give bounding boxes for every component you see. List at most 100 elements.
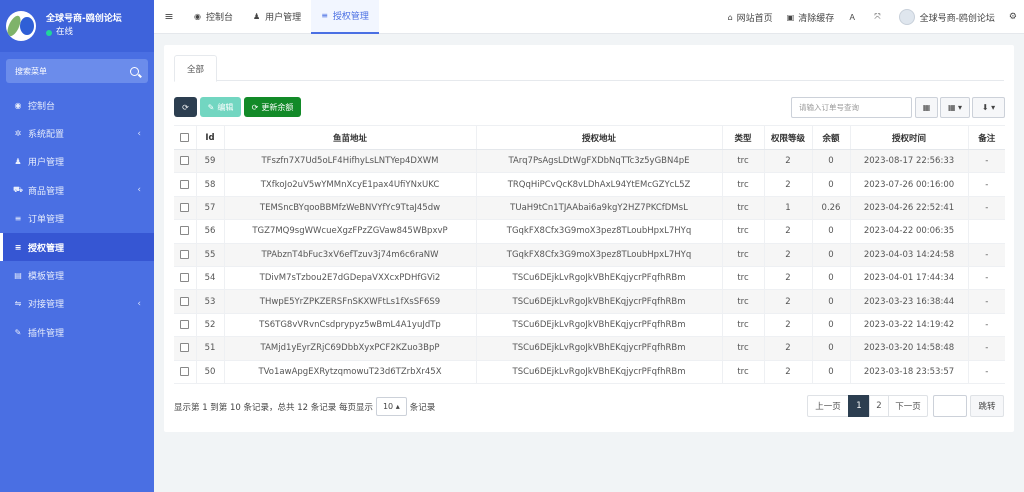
cell-type: trc [722, 313, 765, 338]
fullscreen-link[interactable]: ⤧ [867, 0, 891, 34]
sidebar-item-icon: ✲ [14, 129, 22, 139]
row-checkbox[interactable] [180, 273, 190, 283]
select-all-checkbox[interactable] [180, 132, 190, 142]
jump-button[interactable]: 跳转 [970, 395, 1004, 417]
home-link[interactable]: ⌂ 网站首页 [721, 0, 780, 34]
table-row: 58 TXfkoJo2uV5wYMMnXcyE1pax4UfiYNxUKC TRQq… [174, 172, 1005, 197]
select-all-header[interactable] [174, 125, 197, 150]
row-checkbox[interactable] [180, 156, 190, 166]
top-link-label: 清除缓存 [798, 13, 835, 24]
column-header: 备注 [968, 125, 1005, 150]
translate-link[interactable]: Ａ [841, 0, 867, 34]
row-select-cell [174, 172, 197, 197]
row-checkbox[interactable] [180, 226, 190, 236]
column-header: 类型 [722, 125, 765, 150]
prev-page-button[interactable]: 上一页 [807, 395, 849, 417]
cell-auth-address: TArq7PsAgsLDtWgFXDbNqTTc3z5yGBN4pE [476, 149, 723, 174]
cell-auth-time: 2023-03-22 14:19:42 [850, 313, 969, 338]
cell-auth-time: 2023-07-26 00:16:00 [850, 172, 969, 197]
table-row: 55 TPAbznT4bFuc3xV6efTzuv3j74m6c6raNW TGqk… [174, 243, 1005, 267]
cell-fish-address: TEMSncBYqooBBMfzWeBNVYfYc9TtaJ45dw [224, 196, 477, 221]
export-dropdown-button[interactable]: ⬇ ▾ [972, 97, 1005, 118]
sidebar-header: 全球号商-鸥创论坛 在线 [0, 0, 154, 52]
chevron-left-icon: ‹ [137, 128, 141, 139]
cell-auth-address: TRQqHiPCvQcK8vLDhAxL94YtEMcGZYcL5Z [476, 172, 723, 197]
cell-level: 2 [764, 289, 813, 314]
edit-button-label: 编辑 [217, 102, 234, 112]
sidebar-item-icon: ≡ [14, 214, 22, 224]
search-icon[interactable] [130, 66, 139, 76]
cell-auth-address: TSCu6DEjkLvRgoJkVBhEKqjycrPFqfhRBm [476, 336, 723, 361]
row-select-cell [174, 313, 197, 338]
sidebar-item-icon: ⇋ [14, 299, 22, 309]
cell-balance: 0.26 [812, 196, 851, 221]
cell-fish-address: TDivM7sTzbou2E7dGDepaVXXcxPDHfGVi2 [224, 266, 477, 291]
sidebar-item-7[interactable]: ⇋ 对接管理 ‹ [0, 290, 154, 318]
row-select-cell [174, 266, 197, 291]
clear-cache-link[interactable]: ▣ 清除缓存 [780, 0, 842, 34]
sidebar-item-3[interactable]: ⛟ 商品管理 ‹ [0, 176, 154, 204]
row-checkbox[interactable] [180, 366, 190, 376]
sidebar-item-0[interactable]: ◉ 控制台 [0, 91, 154, 119]
update-balance-label: 更新余额 [261, 102, 294, 112]
edit-button[interactable]: ✎ 编辑 [200, 97, 241, 117]
sidebar-item-5[interactable]: ≡ 授权管理 [0, 232, 154, 262]
sidebar-item-6[interactable]: ▤ 模板管理 [0, 261, 154, 289]
top-tab-1[interactable]: ♟ 用户管理 [243, 0, 311, 34]
records-summary: 显示第 1 到第 10 条记录，总共 12 条记录 每页显示 [174, 402, 373, 413]
cell-id: 54 [196, 266, 225, 291]
columns-icon: ▦ ▾ [947, 103, 963, 112]
sidebar-item-2[interactable]: ♟ 用户管理 [0, 148, 154, 176]
row-select-cell [174, 289, 197, 314]
row-select-cell [174, 219, 197, 244]
refresh-button[interactable]: ⟳ [174, 97, 197, 117]
row-checkbox[interactable] [180, 249, 190, 259]
cell-auth-address: TSCu6DEjkLvRgoJkVBhEKqjycrPFqfhRBm [476, 289, 723, 314]
row-checkbox[interactable] [180, 296, 190, 306]
site-name: 全球号商-鸥创论坛 [46, 14, 122, 24]
page-2-button[interactable]: 2 [869, 395, 889, 417]
cell-level: 2 [764, 172, 813, 197]
cell-type: trc [722, 289, 765, 314]
sidebar-item-icon: ♟ [14, 157, 22, 167]
cell-balance: 0 [812, 243, 851, 267]
settings-gear-icon[interactable]: ⚙ [1002, 0, 1024, 34]
top-tab-0[interactable]: ◉ 控制台 [184, 0, 243, 34]
toggle-view-button[interactable]: ▦ [915, 97, 938, 118]
sidebar-item-1[interactable]: ✲ 系统配置 ‹ [0, 119, 154, 147]
sidebar-user-info: 全球号商-鸥创论坛 在线 [46, 13, 122, 39]
cell-balance: 0 [812, 336, 851, 361]
row-checkbox[interactable] [180, 319, 190, 329]
trash-icon: ▣ [786, 12, 795, 22]
cell-type: trc [722, 266, 765, 291]
columns-dropdown-button[interactable]: ▦ ▾ [940, 97, 970, 118]
sidebar-item-4[interactable]: ≡ 订单管理 [0, 205, 154, 233]
top-links: ⌂ 网站首页 ▣ 清除缓存 Ａ ⤧ [721, 0, 892, 34]
menu-search[interactable]: 搜索菜单 [6, 59, 148, 83]
jump-page-input[interactable] [933, 395, 967, 417]
sidebar-toggle-icon[interactable]: ≡ [154, 10, 184, 23]
next-page-button[interactable]: 下一页 [888, 395, 928, 417]
row-checkbox[interactable] [180, 179, 190, 189]
row-checkbox[interactable] [180, 202, 190, 212]
tab-all[interactable]: 全部 [174, 55, 218, 82]
user-menu[interactable]: 全球号商-鸥创论坛 [892, 0, 1002, 34]
sidebar-item-8[interactable]: ✎ 插件管理 [0, 318, 154, 346]
top-tab-icon: ♟ [253, 12, 261, 21]
refresh-icon: ⟳ [182, 102, 189, 112]
cell-id: 50 [196, 360, 225, 384]
page-1-button[interactable]: 1 [848, 395, 870, 417]
table-row: 59 TFszfn7X7Ud5oLF4HifhyLsLNTYep4DXWM TArq… [174, 149, 1005, 174]
pagination-info: 显示第 1 到第 10 条记录，总共 12 条记录 每页显示 10 ▴ 条记录 [174, 397, 435, 416]
site-logo [6, 11, 36, 41]
cell-fish-address: TPAbznT4bFuc3xV6efTzuv3j74m6c6raNW [224, 243, 477, 267]
table-row: 50 TVo1awApgEXRytzqmowuT23d6TZrbXr45X TSCu… [174, 360, 1005, 384]
update-balance-button[interactable]: ⟳ 更新余额 [244, 97, 301, 117]
row-checkbox[interactable] [180, 343, 190, 353]
page-size-select[interactable]: 10 ▴ [375, 397, 407, 416]
top-tab-2[interactable]: ≡ 授权管理 [311, 0, 379, 34]
column-header: Id [196, 125, 225, 150]
order-search-input[interactable]: 请输入订单号查询 [791, 97, 912, 118]
table-toolbar: ⟳ ✎ 编辑 ⟳ 更新余额 [174, 97, 304, 117]
cell-fish-address: THwpE5YrZPKZERSFnSKXWFtLs1fXsSF6S9 [224, 289, 477, 314]
